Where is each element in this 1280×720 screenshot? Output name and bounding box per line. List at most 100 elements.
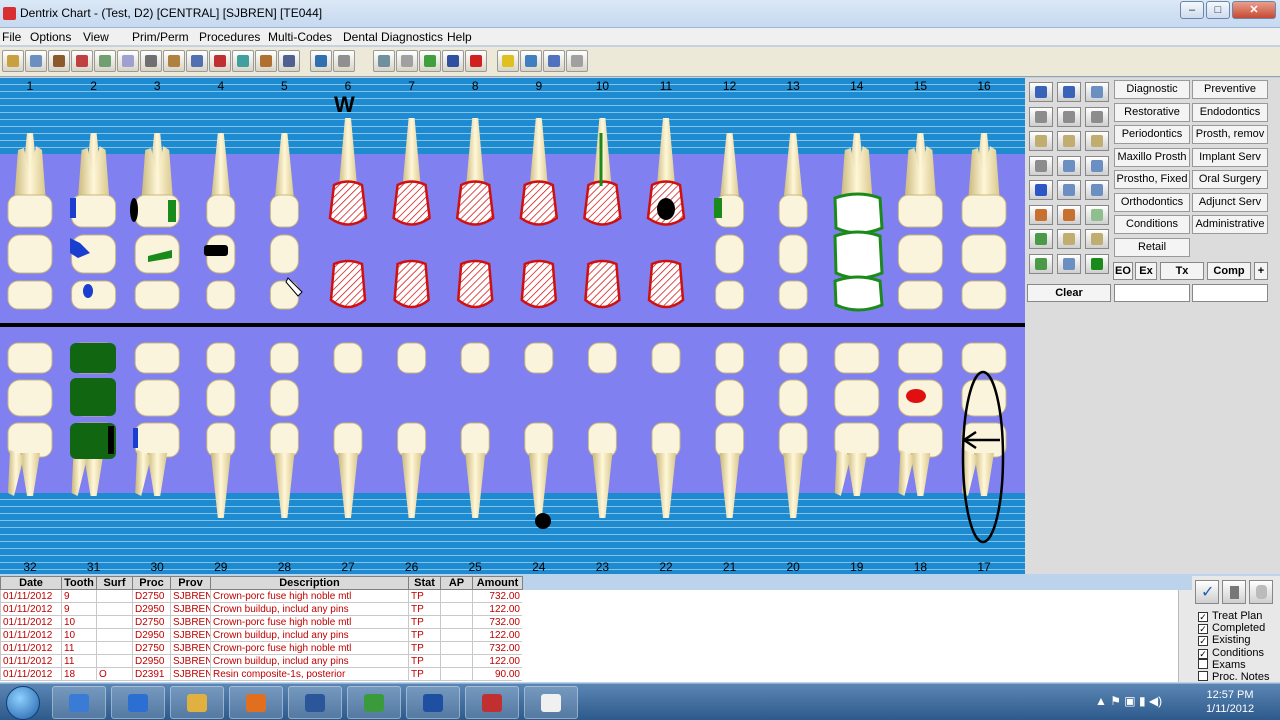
category-preventive[interactable]: Preventive (1192, 80, 1268, 99)
tray-icon[interactable] (163, 50, 185, 72)
perio-icon[interactable] (442, 50, 464, 72)
filter-checkbox[interactable]: ✓ (1198, 624, 1208, 635)
taskbar-word[interactable] (288, 686, 342, 719)
tooth-number-20[interactable]: 20 (778, 560, 808, 574)
tooth-alt-icon[interactable] (1057, 131, 1081, 151)
bridge-icon[interactable] (1057, 155, 1081, 176)
clock[interactable]: 12:57 PM 1/11/2012 (1200, 688, 1260, 716)
arch-alt-icon[interactable] (1085, 229, 1109, 249)
tooth-number-27[interactable]: 27 (333, 560, 363, 574)
menu-options[interactable]: Options (30, 30, 71, 44)
hatch-icon[interactable] (1085, 82, 1109, 102)
settings-icon[interactable] (373, 50, 395, 72)
bridge-x-icon[interactable] (1085, 155, 1109, 176)
category-prosth-remov[interactable]: Prosth, remov (1192, 125, 1268, 144)
tooth-number-18[interactable]: 18 (905, 560, 935, 574)
table-row[interactable]: 01/11/2012 9 D2950 SJBREN Crown buildup, inc… (0, 602, 523, 616)
menu-prim-perm[interactable]: Prim/Perm (132, 30, 189, 44)
open-icon[interactable] (25, 50, 47, 72)
pen-icon[interactable] (232, 50, 254, 72)
w-icon[interactable] (1029, 253, 1053, 274)
tooth-number-9[interactable]: 9 (524, 79, 554, 93)
eo-button[interactable]: EO (1113, 262, 1133, 280)
teeth-drawing[interactable] (0, 78, 1025, 574)
edit-icon[interactable] (94, 50, 116, 72)
tooth-number-3[interactable]: 3 (142, 79, 172, 93)
clear-button[interactable]: Clear (1027, 284, 1111, 302)
tooth-icon[interactable] (1029, 131, 1053, 151)
appt-icon[interactable] (310, 50, 332, 72)
column-description[interactable]: Description (210, 576, 409, 590)
taskbar-printer[interactable] (524, 686, 578, 719)
filter-checkbox[interactable]: ✓ (1198, 636, 1208, 647)
taskbar-folder[interactable] (170, 686, 224, 719)
filter-conditions[interactable]: ✓ Conditions (1198, 647, 1264, 659)
tooth-number-21[interactable]: 21 (715, 560, 745, 574)
column-ap[interactable]: AP (440, 576, 473, 590)
taskbar-chrome[interactable] (347, 686, 401, 719)
ex-button[interactable]: Ex (1135, 262, 1157, 280)
column-prov[interactable]: Prov (170, 576, 211, 590)
filter-treat-plan[interactable]: ✓ Treat Plan (1198, 610, 1262, 622)
menu-procedures[interactable]: Procedures (199, 30, 260, 44)
tooth-number-5[interactable]: 5 (269, 79, 299, 93)
patient-icon[interactable] (2, 50, 24, 72)
menu-help[interactable]: Help (447, 30, 472, 44)
check-icon[interactable]: ✓ (1195, 580, 1219, 604)
taskbar-explorer[interactable] (52, 686, 106, 719)
adult-icon[interactable] (1029, 204, 1053, 225)
tooth-number-22[interactable]: 22 (651, 560, 681, 574)
endo-icon[interactable] (1029, 106, 1053, 127)
tooth-number-10[interactable]: 10 (587, 79, 617, 93)
book-icon[interactable] (48, 50, 70, 72)
tooth-number-26[interactable]: 26 (397, 560, 427, 574)
clock-icon[interactable] (1057, 253, 1081, 274)
column-tooth[interactable]: Tooth (61, 576, 97, 590)
tooth-number-23[interactable]: 23 (587, 560, 617, 574)
syringe-icon[interactable] (419, 50, 441, 72)
category-orthodontics[interactable]: Orthodontics (1114, 192, 1190, 212)
column-amount[interactable]: Amount (472, 576, 523, 590)
tooth-number-13[interactable]: 13 (778, 79, 808, 93)
filter-checkbox[interactable] (1198, 671, 1208, 681)
doc-icon[interactable] (396, 50, 418, 72)
category-adjunct-serv[interactable]: Adjunct Serv (1192, 192, 1268, 212)
column-stat[interactable]: Stat (408, 576, 441, 590)
close-button[interactable]: ✕ (1232, 1, 1276, 19)
veneer-icon[interactable] (1057, 180, 1081, 200)
maximize-button[interactable]: □ (1206, 1, 1230, 19)
veneer-x-icon[interactable] (1085, 180, 1109, 200)
taskbar-ie[interactable] (111, 686, 165, 719)
table-row[interactable]: 01/11/2012 11 D2950 SJBREN Crown buildup, in… (0, 654, 523, 668)
table-row[interactable]: 01/11/2012 10 D2750 SJBREN Crown-porc fuse h… (0, 615, 523, 629)
plus-button[interactable]: + (1254, 262, 1268, 280)
chart-icon[interactable] (140, 50, 162, 72)
tooth-number-30[interactable]: 30 (142, 560, 172, 574)
tooth-number-16[interactable]: 16 (969, 79, 999, 93)
tooth-number-15[interactable]: 15 (905, 79, 935, 93)
tooth-number-17[interactable]: 17 (969, 560, 999, 574)
post-icon[interactable] (1029, 155, 1053, 176)
ledger-icon[interactable] (71, 50, 93, 72)
procedure-ledger[interactable]: Date Tooth Surf Proc Prov Description Stat AP Am… (0, 576, 523, 682)
table-row[interactable]: 01/11/2012 11 D2750 SJBREN Crown-porc fuse h… (0, 641, 523, 655)
trash-icon[interactable] (1222, 580, 1246, 604)
tooth-number-11[interactable]: 11 (651, 79, 681, 93)
filter-completed[interactable]: ✓ Completed (1198, 622, 1265, 635)
category-prostho-fixed[interactable]: Prostho, Fixed (1114, 170, 1190, 189)
table-row[interactable]: 01/11/2012 9 D2750 SJBREN Crown-porc fuse hi… (0, 589, 523, 603)
tooth-number-28[interactable]: 28 (269, 560, 299, 574)
m-icon[interactable] (1085, 253, 1109, 274)
tooth-number-4[interactable]: 4 (206, 79, 236, 93)
category-endodontics[interactable]: Endodontics (1192, 102, 1268, 122)
filter-exams[interactable]: Exams (1198, 658, 1246, 671)
procedure-field-1[interactable] (1114, 284, 1190, 302)
category-maxillo-prosth[interactable]: Maxillo Prosth (1114, 147, 1190, 167)
tx-button[interactable]: Tx (1160, 262, 1204, 280)
printer-icon[interactable] (1029, 82, 1053, 102)
taskbar-media[interactable] (229, 686, 283, 719)
xray-icon[interactable] (186, 50, 208, 72)
taskbar-dentrix[interactable] (465, 686, 519, 719)
column-proc[interactable]: Proc (132, 576, 171, 590)
column-date[interactable]: Date (0, 576, 62, 590)
